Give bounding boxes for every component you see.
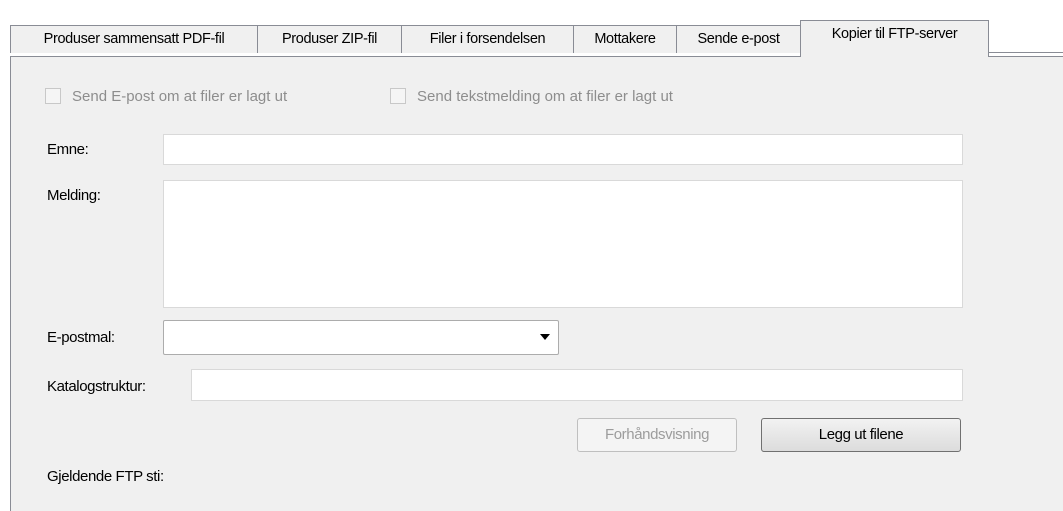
template-label: E-postmal:	[47, 329, 115, 346]
checkbox-box[interactable]	[45, 88, 61, 104]
ftp-path-label: Gjeldende FTP sti:	[47, 468, 164, 485]
checkbox-box[interactable]	[390, 88, 406, 104]
tab-filer-i-forsendelsen[interactable]: Filer i forsendelsen	[401, 25, 574, 53]
template-dropdown[interactable]	[163, 320, 559, 355]
chevron-down-icon[interactable]	[540, 334, 550, 340]
tab-produser-pdf[interactable]: Produser sammensatt PDF-fil	[10, 25, 258, 53]
send-email-checkbox[interactable]: Send E-post om at filer er lagt ut	[45, 86, 287, 106]
subject-input[interactable]	[163, 134, 963, 165]
tab-kopier-til-ftp[interactable]: Kopier til FTP-server	[800, 20, 989, 57]
tab-strip-line	[988, 52, 1063, 53]
tab-strip: Produser sammensatt PDF-fil Produser ZIP…	[0, 0, 1063, 57]
preview-button[interactable]: Forhåndsvisning	[577, 418, 737, 452]
tab-produser-zip[interactable]: Produser ZIP-fil	[257, 25, 402, 53]
tab-sende-e-post[interactable]: Sende e-post	[676, 25, 801, 53]
publish-files-button[interactable]: Legg ut filene	[761, 418, 961, 452]
tab-mottakere[interactable]: Mottakere	[573, 25, 677, 53]
send-sms-checkbox[interactable]: Send tekstmelding om at filer er lagt ut	[390, 86, 673, 106]
send-email-label: Send E-post om at filer er lagt ut	[72, 87, 288, 105]
message-label: Melding:	[47, 187, 101, 204]
message-textarea[interactable]	[163, 180, 963, 308]
subject-label: Emne:	[47, 141, 89, 158]
directory-label: Katalogstruktur:	[47, 378, 146, 395]
directory-input[interactable]	[191, 369, 963, 401]
send-sms-label: Send tekstmelding om at filer er lagt ut	[417, 87, 673, 105]
